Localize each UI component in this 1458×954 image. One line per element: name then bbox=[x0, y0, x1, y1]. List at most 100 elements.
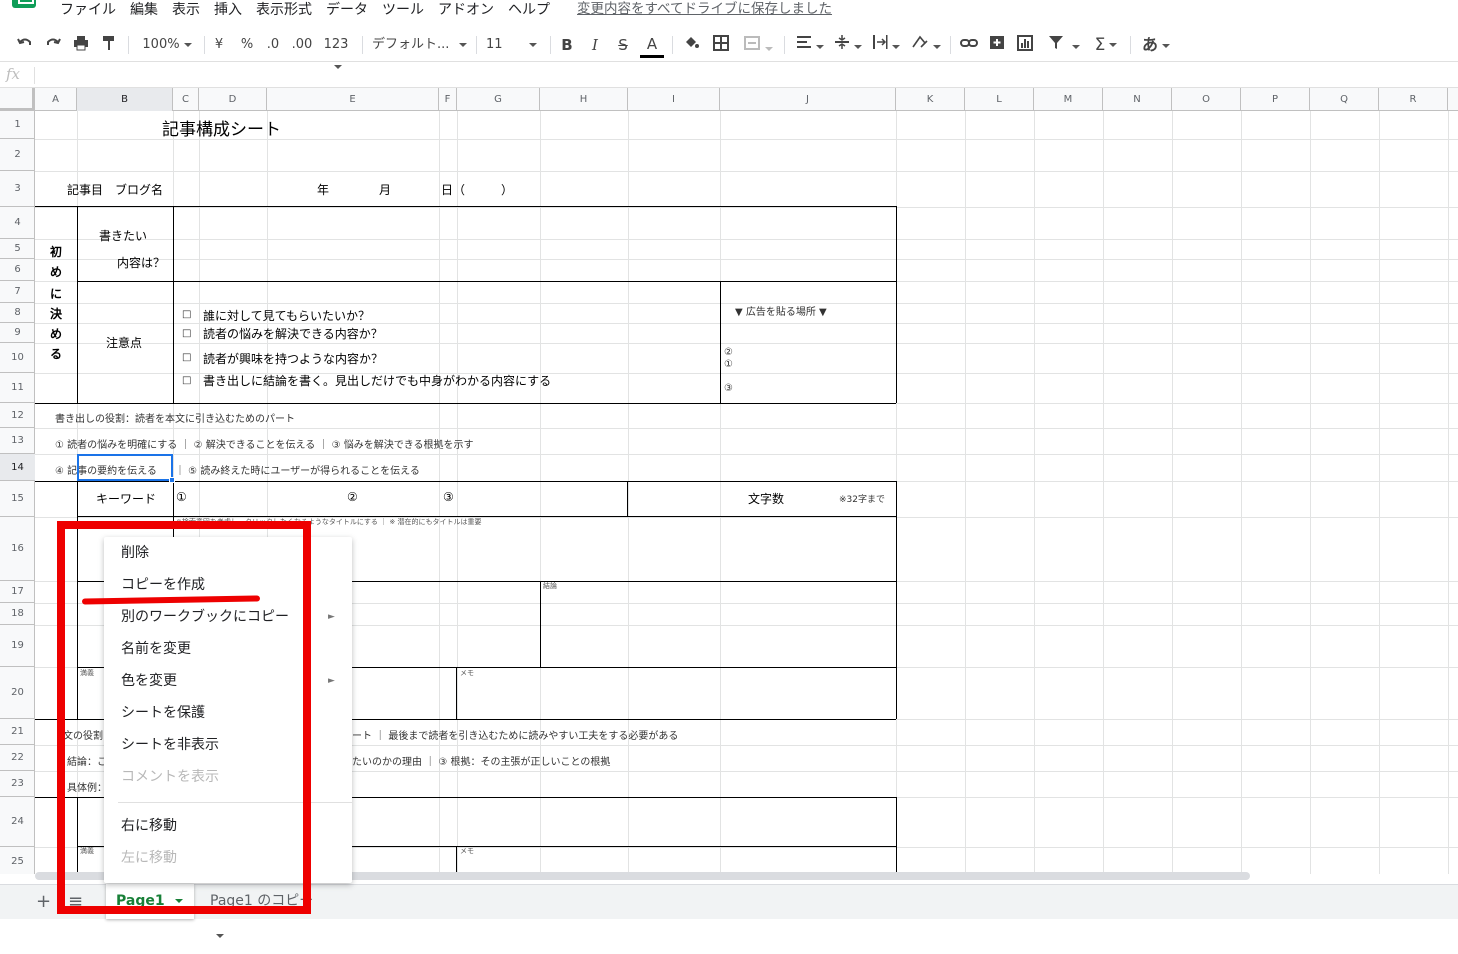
menu-view[interactable]: 表示 bbox=[172, 0, 200, 22]
row-header[interactable]: 12 bbox=[0, 403, 35, 428]
menu-data[interactable]: データ bbox=[326, 0, 368, 22]
vertical-align-icon[interactable] bbox=[832, 34, 864, 56]
column-header[interactable]: F bbox=[439, 88, 457, 111]
currency-button[interactable]: ¥ bbox=[210, 34, 228, 56]
select-all-corner[interactable] bbox=[0, 88, 35, 111]
menu-tools[interactable]: ツール bbox=[382, 0, 424, 22]
filter-icon[interactable] bbox=[1044, 34, 1084, 56]
menu-help[interactable]: ヘルプ bbox=[508, 0, 550, 22]
checklist-item: 読者が興味を持つような内容か？ bbox=[203, 352, 384, 366]
row-header[interactable]: 23 bbox=[0, 771, 35, 797]
font-select[interactable]: デフォルト... bbox=[372, 34, 468, 56]
redo-icon[interactable] bbox=[42, 34, 64, 56]
row-header[interactable]: 14 bbox=[0, 454, 35, 481]
percent-button[interactable]: % bbox=[238, 34, 256, 56]
column-header[interactable]: D bbox=[199, 88, 267, 111]
menu-insert[interactable]: 挿入 bbox=[214, 0, 242, 22]
row-header[interactable]: 16 bbox=[0, 517, 35, 581]
column-header[interactable]: L bbox=[965, 88, 1034, 111]
decimal-decrease-button[interactable]: .0 bbox=[262, 34, 284, 56]
row-header[interactable]: 3 bbox=[0, 171, 35, 207]
row-header[interactable]: 17 bbox=[0, 581, 35, 603]
number-format-select[interactable]: 123 bbox=[318, 34, 354, 69]
row-header[interactable]: 24 bbox=[0, 797, 35, 847]
insert-chart-icon[interactable] bbox=[1014, 34, 1036, 56]
add-sheet-button[interactable]: + bbox=[36, 891, 51, 912]
row-header[interactable]: 20 bbox=[0, 667, 35, 719]
row-header[interactable]: 25 bbox=[0, 847, 35, 874]
column-header[interactable]: P bbox=[1241, 88, 1310, 111]
column-header[interactable]: N bbox=[1103, 88, 1172, 111]
menu-format[interactable]: 表示形式 bbox=[256, 0, 312, 22]
chevron-down-icon bbox=[1072, 44, 1080, 49]
cell-r22-right: たいのかの理由 ｜ ③ 根拠：その主張が正しいことの根拠 bbox=[352, 757, 611, 768]
column-header[interactable]: H bbox=[540, 88, 628, 111]
bold-button[interactable]: B bbox=[558, 34, 576, 56]
selected-cell[interactable] bbox=[77, 454, 173, 481]
column-header[interactable]: R bbox=[1379, 88, 1448, 111]
menu-file[interactable]: ファイル bbox=[60, 0, 116, 22]
row-header[interactable]: 21 bbox=[0, 719, 35, 745]
merge-cells-icon[interactable] bbox=[740, 34, 776, 56]
text-rotation-icon[interactable] bbox=[908, 34, 944, 56]
column-header[interactable]: E bbox=[267, 88, 439, 111]
row-header[interactable]: 18 bbox=[0, 603, 35, 625]
column-header[interactable]: G bbox=[457, 88, 540, 111]
fill-color-icon[interactable] bbox=[680, 34, 702, 56]
functions-icon[interactable]: Σ bbox=[1090, 34, 1122, 56]
checkbox-icon[interactable]: □ bbox=[182, 328, 191, 339]
row-header[interactable]: 4 bbox=[0, 207, 35, 239]
row-header[interactable]: 9 bbox=[0, 323, 35, 343]
menu-edit[interactable]: 編集 bbox=[130, 0, 158, 22]
borders-icon[interactable] bbox=[710, 34, 732, 56]
strikethrough-button[interactable]: S bbox=[614, 34, 632, 56]
row-header[interactable]: 5 bbox=[0, 239, 35, 259]
zoom-select[interactable]: 100% bbox=[138, 34, 196, 56]
cell-ad-label: ▼ 広告を貼る場所 ▼ bbox=[735, 307, 827, 318]
horizontal-align-icon[interactable] bbox=[794, 34, 826, 56]
column-header[interactable]: Q bbox=[1310, 88, 1379, 111]
insert-link-icon[interactable] bbox=[958, 34, 980, 56]
row-header[interactable]: 22 bbox=[0, 745, 35, 771]
paint-format-icon[interactable] bbox=[98, 34, 120, 56]
column-header[interactable]: M bbox=[1034, 88, 1103, 111]
menu-addons[interactable]: アドオン bbox=[438, 0, 494, 22]
row-header[interactable]: 6 bbox=[0, 259, 35, 281]
checkbox-icon[interactable]: □ bbox=[182, 375, 191, 386]
column-header[interactable]: A bbox=[35, 88, 77, 111]
column-header[interactable]: I bbox=[628, 88, 720, 111]
insert-comment-icon[interactable] bbox=[986, 34, 1008, 56]
chevron-down-icon[interactable] bbox=[216, 934, 224, 938]
undo-icon[interactable] bbox=[14, 34, 36, 56]
row-header[interactable]: 2 bbox=[0, 139, 35, 171]
decimal-increase-button[interactable]: .00 bbox=[290, 34, 314, 56]
font-size-select[interactable]: 11 bbox=[486, 34, 542, 56]
column-header[interactable]: C bbox=[173, 88, 199, 111]
column-header[interactable]: J bbox=[720, 88, 896, 111]
row-header[interactable]: 15 bbox=[0, 481, 35, 517]
fill-handle[interactable] bbox=[169, 477, 175, 483]
formula-bar[interactable]: fx bbox=[0, 63, 1458, 88]
sheets-logo-icon[interactable] bbox=[12, 0, 36, 8]
row-header[interactable]: 13 bbox=[0, 428, 35, 454]
text-color-button[interactable]: A bbox=[640, 34, 664, 58]
text-wrap-icon[interactable] bbox=[870, 34, 902, 56]
cell-write-label-1: 書きたい bbox=[99, 229, 148, 243]
cell-r20-memo: メモ bbox=[460, 669, 474, 677]
row-header[interactable]: 11 bbox=[0, 373, 35, 403]
input-tools-button[interactable]: あ bbox=[1138, 34, 1174, 56]
save-status-link[interactable]: 変更内容をすべてドライブに保存しました bbox=[577, 0, 832, 18]
column-header[interactable]: O bbox=[1172, 88, 1241, 111]
row-header[interactable]: 10 bbox=[0, 343, 35, 373]
row-header[interactable]: 7 bbox=[0, 281, 35, 303]
row-header[interactable]: 1 bbox=[0, 111, 35, 139]
print-icon[interactable] bbox=[70, 34, 92, 56]
row-header[interactable]: 19 bbox=[0, 625, 35, 667]
checkbox-icon[interactable]: □ bbox=[182, 352, 191, 363]
checklist-item: 誰に対して見てもらいたいか？ bbox=[203, 309, 371, 323]
column-header[interactable]: B bbox=[77, 88, 173, 111]
column-header[interactable]: K bbox=[896, 88, 965, 111]
row-header[interactable]: 8 bbox=[0, 303, 35, 323]
italic-button[interactable]: I bbox=[586, 34, 604, 56]
checkbox-icon[interactable]: □ bbox=[182, 309, 191, 320]
